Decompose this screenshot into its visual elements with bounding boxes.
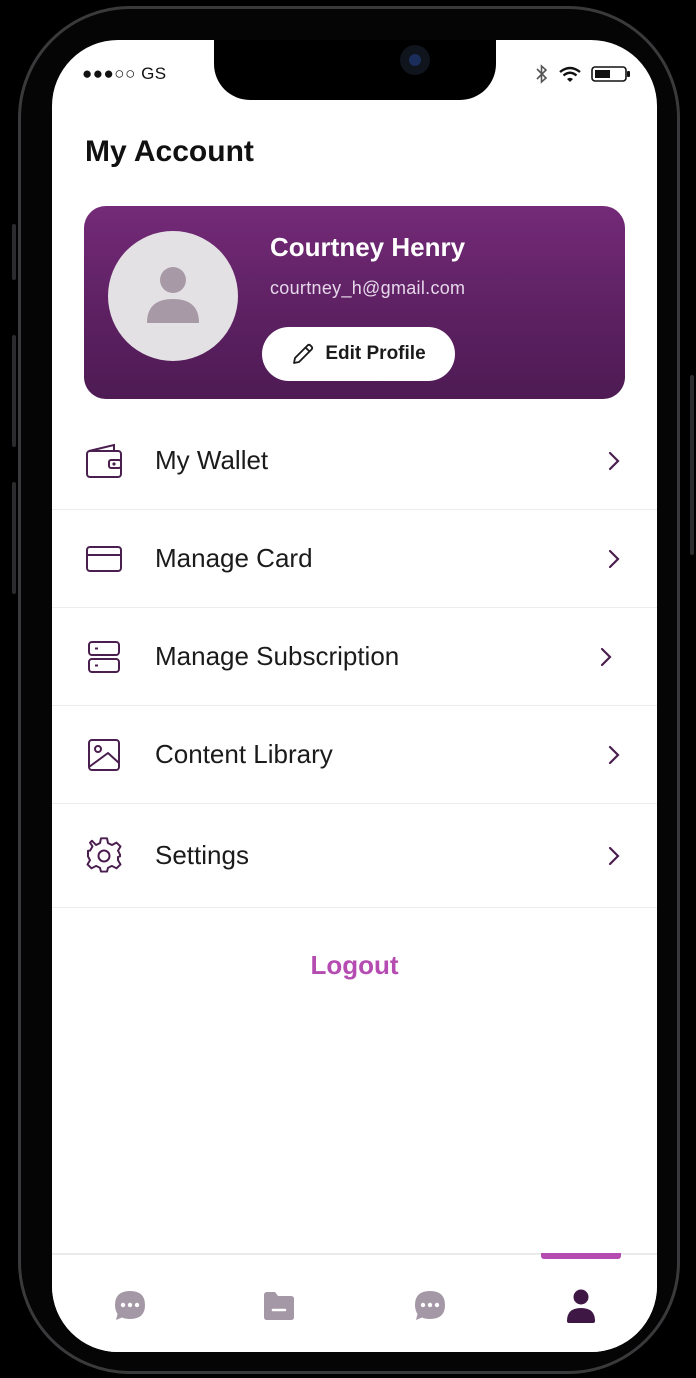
user-placeholder-icon	[147, 267, 199, 323]
wallet-icon	[86, 443, 122, 478]
tab-messages[interactable]	[405, 1281, 455, 1331]
pencil-icon	[293, 343, 314, 364]
credit-card-icon	[86, 545, 122, 572]
volume-up-button	[12, 335, 16, 447]
menu-item-settings[interactable]: Settings	[52, 804, 657, 908]
folder-icon	[264, 1292, 294, 1320]
profile-icon	[567, 1289, 595, 1323]
profile-name: Courtney Henry	[270, 232, 466, 262]
profile-email: courtney_h@gmail.com	[270, 278, 466, 298]
carrier-signal: ●●●○○ GS	[82, 64, 167, 83]
edit-profile-button[interactable]: Edit Profile	[262, 327, 455, 381]
battery-icon	[591, 66, 630, 82]
chevron-right-icon	[608, 846, 620, 865]
chevron-right-icon	[608, 745, 620, 764]
power-button	[690, 375, 694, 555]
logout-button[interactable]: Logout	[52, 950, 657, 981]
image-icon	[88, 738, 120, 771]
wifi-icon	[559, 66, 581, 82]
chevron-right-icon	[608, 549, 620, 568]
profile-card: Courtney Henry courtney_h@gmail.com Edit…	[84, 206, 625, 399]
chat-icon	[115, 1291, 145, 1320]
tab-profile[interactable]	[556, 1281, 606, 1331]
menu-item-my-wallet[interactable]: My Wallet	[52, 412, 657, 510]
tab-chat[interactable]	[105, 1281, 155, 1331]
menu-item-content-library[interactable]: Content Library	[52, 706, 657, 804]
silent-switch	[12, 224, 16, 280]
server-icon	[88, 640, 120, 673]
menu-item-manage-subscription[interactable]: Manage Subscription	[52, 608, 657, 706]
volume-down-button	[12, 482, 16, 594]
front-camera	[400, 45, 430, 75]
status-icons	[535, 64, 631, 84]
menu-label: Settings	[155, 840, 249, 870]
app-screen: ●●●○○ GS My Account Courtney Henry court…	[52, 40, 657, 1352]
gear-icon	[86, 836, 122, 873]
tab-bar	[52, 1253, 657, 1352]
notch	[214, 40, 496, 100]
page-title: My Account	[85, 135, 254, 168]
avatar[interactable]	[108, 231, 238, 361]
edit-profile-label: Edit Profile	[325, 343, 426, 364]
chevron-right-icon	[608, 451, 620, 470]
menu-label: My Wallet	[155, 445, 269, 475]
tab-library[interactable]	[254, 1281, 304, 1331]
active-tab-indicator	[541, 1253, 621, 1259]
menu-label: Manage Subscription	[155, 641, 400, 671]
chevron-right-icon	[600, 647, 612, 666]
menu-item-manage-card[interactable]: Manage Card	[52, 510, 657, 608]
account-menu: My Wallet Manage Card Manage Subscriptio…	[52, 412, 657, 908]
messages-icon	[415, 1291, 445, 1320]
bluetooth-icon	[536, 64, 548, 84]
menu-label: Content Library	[155, 739, 333, 769]
menu-label: Manage Card	[155, 543, 313, 573]
